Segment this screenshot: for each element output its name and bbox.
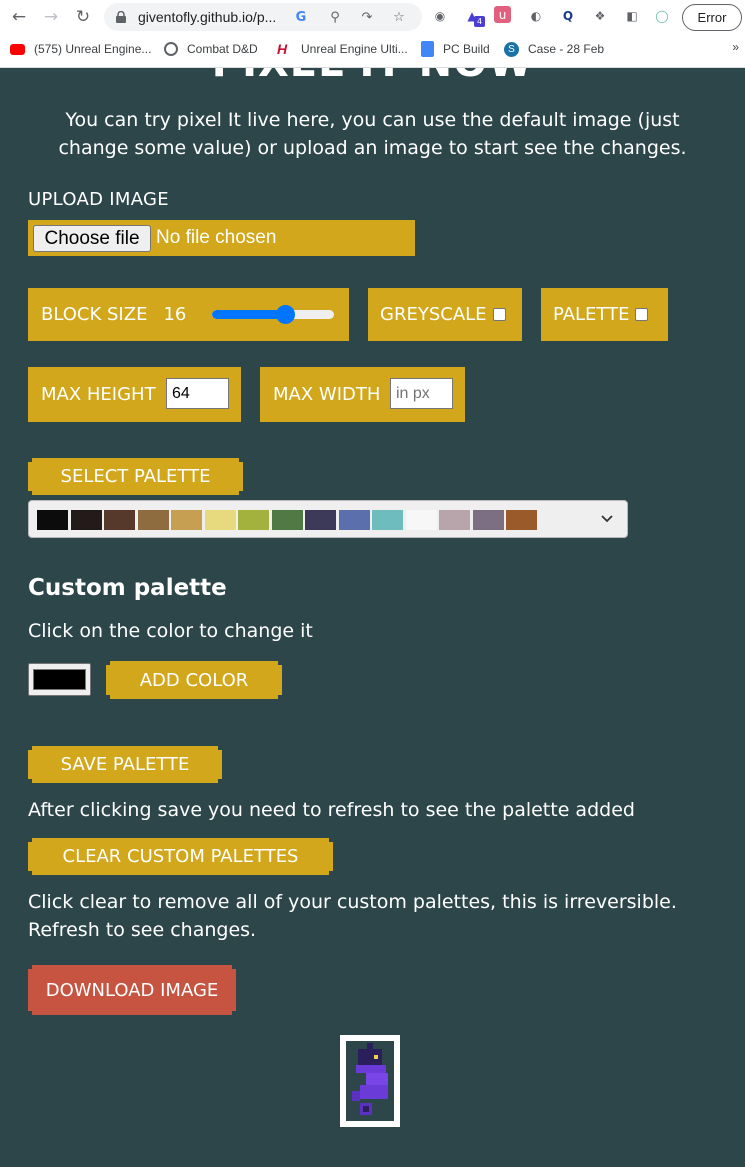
palette-swatch xyxy=(472,510,504,530)
forward-arrow-icon[interactable]: → xyxy=(38,4,64,30)
greyscale-checkbox[interactable] xyxy=(492,308,506,321)
palette-label: PALETTE xyxy=(553,304,630,325)
google-icon[interactable]: G xyxy=(292,8,310,26)
camera-icon[interactable]: ◉ xyxy=(430,6,450,26)
palette-swatch xyxy=(137,510,169,530)
lock-icon xyxy=(116,11,126,23)
palette-swatch xyxy=(372,510,403,530)
choose-file-button[interactable]: Choose file xyxy=(33,225,151,252)
h-logo-icon: H xyxy=(277,40,288,57)
globe-icon xyxy=(164,42,178,56)
palette-dropdown[interactable] xyxy=(28,500,628,538)
save-palette-note: After clicking save you need to refresh … xyxy=(28,799,635,821)
youtube-icon xyxy=(10,43,25,55)
u-extension-icon[interactable]: u xyxy=(494,6,511,23)
palette-swatch xyxy=(305,510,336,530)
page-title: PIXEL IT NOW xyxy=(0,68,745,86)
s-logo-icon: S xyxy=(504,41,519,57)
robot-sprite-icon xyxy=(352,1043,388,1115)
zoom-icon[interactable]: ⚲ xyxy=(326,8,344,26)
max-width-input[interactable]: in px xyxy=(390,378,453,409)
custom-palette-instruction: Click on the color to change it xyxy=(28,620,313,642)
block-size-value: 16 xyxy=(163,304,187,325)
extension-badge: 4 xyxy=(474,16,485,27)
palette-box: PALETTE xyxy=(541,288,668,341)
side-panel-icon[interactable]: ◧ xyxy=(622,6,642,26)
palette-swatch xyxy=(439,510,470,530)
greyscale-box: GREYSCALE xyxy=(368,288,522,341)
file-upload-box: Choose file No file chosen xyxy=(28,220,415,256)
slider-thumb[interactable] xyxy=(276,305,296,324)
pixel-art-preview xyxy=(340,1035,400,1127)
color-picker[interactable] xyxy=(28,663,91,696)
url-text: giventofly.github.io/p... xyxy=(138,9,277,25)
share-icon[interactable]: ↷ xyxy=(358,8,376,26)
clear-palettes-button[interactable]: CLEAR CUSTOM PALETTES xyxy=(28,838,333,875)
moon-icon[interactable]: ◐ xyxy=(526,6,546,26)
palette-checkbox[interactable] xyxy=(635,308,649,321)
palette-swatch xyxy=(204,510,236,530)
page-content: PIXEL IT NOW You can try pixel It live h… xyxy=(0,68,745,1167)
file-status: No file chosen xyxy=(156,227,277,248)
back-arrow-icon[interactable]: ← xyxy=(6,4,32,30)
bookmark-label: Unreal Engine Ulti... xyxy=(301,42,408,56)
custom-palette-heading: Custom palette xyxy=(28,575,227,601)
palette-swatch xyxy=(238,510,269,530)
bookmark-label: Case - 28 Feb xyxy=(528,42,605,56)
palette-swatch xyxy=(171,510,202,530)
graduation-cap-icon[interactable]: ▲ 4 xyxy=(462,6,485,27)
select-palette-button[interactable]: SELECT PALETTE xyxy=(28,458,243,495)
clear-palettes-note-line2: Refresh to see changes. xyxy=(28,919,257,941)
bookmark-case[interactable]: S Case - 28 Feb xyxy=(504,40,604,58)
block-size-box: BLOCK SIZE 16 xyxy=(28,288,349,341)
profile-icon[interactable]: ◯ xyxy=(652,6,672,26)
upload-label: UPLOAD IMAGE xyxy=(28,189,169,210)
palette-swatch xyxy=(338,510,370,530)
bookmark-label: Combat D&D xyxy=(187,42,258,56)
save-palette-button[interactable]: SAVE PALETTE xyxy=(28,746,222,783)
bookmark-pc-build[interactable]: PC Build xyxy=(421,40,490,58)
bookmark-combat-dnd[interactable]: Combat D&D xyxy=(164,40,258,58)
color-picker-swatch xyxy=(33,669,86,690)
palette-swatch xyxy=(506,510,537,530)
preview-canvas xyxy=(346,1041,394,1121)
bookmarks-more-icon[interactable]: » xyxy=(732,40,739,54)
intro-text: You can try pixel It live here, you can … xyxy=(58,109,687,159)
max-height-label: MAX HEIGHT xyxy=(41,384,156,405)
palette-swatch xyxy=(271,510,303,530)
q-extension-icon[interactable]: Q xyxy=(558,6,578,26)
block-size-label: BLOCK SIZE xyxy=(41,304,148,325)
palette-swatch xyxy=(104,510,135,530)
bookmark-star-icon[interactable]: ☆ xyxy=(390,8,408,26)
bookmarks-bar: (575) Unreal Engine... Combat D&D H Unre… xyxy=(0,36,745,62)
bookmark-youtube[interactable]: (575) Unreal Engine... xyxy=(10,40,151,58)
bookmark-label: PC Build xyxy=(443,42,490,56)
slider-fill xyxy=(212,310,286,319)
puzzle-icon[interactable]: ❖ xyxy=(590,6,610,26)
palette-swatch xyxy=(70,510,102,530)
palette-swatch xyxy=(405,510,437,530)
bookmark-label: (575) Unreal Engine... xyxy=(34,42,152,56)
download-image-button[interactable]: DOWNLOAD IMAGE xyxy=(28,965,236,1015)
clear-palettes-note-line1: Click clear to remove all of your custom… xyxy=(28,891,677,913)
chevron-down-icon xyxy=(601,515,613,523)
reload-icon[interactable]: ↻ xyxy=(70,4,96,30)
bookmark-unreal-ultimate[interactable]: H Unreal Engine Ulti... xyxy=(277,40,408,58)
max-width-label: MAX WIDTH xyxy=(273,384,381,405)
max-height-input[interactable]: 64 xyxy=(166,378,229,409)
palette-swatch xyxy=(37,510,68,530)
error-button[interactable]: Error xyxy=(682,4,742,31)
browser-chrome: ← → ↻ giventofly.github.io/p... G ⚲ ↷ ☆ … xyxy=(0,0,745,68)
greyscale-label: GREYSCALE xyxy=(380,304,487,325)
docs-icon xyxy=(421,41,434,57)
address-bar[interactable]: giventofly.github.io/p... G ⚲ ↷ ☆ xyxy=(104,3,422,31)
add-color-button[interactable]: ADD COLOR xyxy=(106,661,282,699)
block-size-slider[interactable] xyxy=(212,310,334,319)
